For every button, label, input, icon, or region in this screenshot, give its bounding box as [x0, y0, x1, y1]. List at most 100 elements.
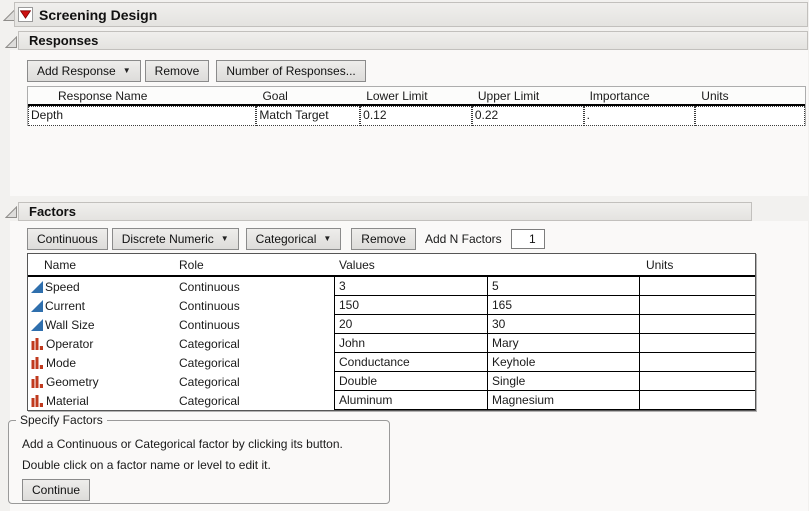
factor-value2-cell[interactable]: Mary [487, 334, 639, 353]
factor-name-label: Material [46, 394, 89, 408]
specify-factors-group-title: Specify Factors [16, 413, 107, 427]
factor-role-cell[interactable]: Categorical [176, 372, 334, 391]
specify-factors-help-line2: Double click on a factor name or level t… [22, 455, 389, 476]
response-importance-cell[interactable]: . [584, 106, 696, 126]
col-factor-units: Units [639, 258, 673, 272]
col-role: Role [176, 258, 334, 272]
factor-role-cell[interactable]: Categorical [176, 391, 334, 410]
factor-name-cell[interactable]: Mode [28, 353, 176, 372]
remove-response-label: Remove [155, 64, 200, 78]
responses-button-row: Add Response ▼ Remove Number of Response… [27, 60, 366, 82]
screening-design-header[interactable]: Screening Design [14, 2, 808, 27]
response-upper-limit-cell[interactable]: 0.22 [472, 106, 584, 126]
categorical-factor-icon [31, 394, 44, 407]
number-of-responses-button[interactable]: Number of Responses... [216, 60, 365, 82]
continuous-factor-icon [31, 319, 43, 331]
factor-value2-cell[interactable]: 165 [487, 296, 639, 315]
col-upper-limit: Upper Limit [472, 89, 584, 103]
factor-value2-cell[interactable]: 5 [487, 277, 639, 296]
responses-section-header[interactable]: Responses [18, 31, 808, 50]
factor-value2-cell[interactable]: 30 [487, 315, 639, 334]
specify-factors-help-line1: Add a Continuous or Categorical factor b… [22, 434, 389, 455]
factor-value1-cell[interactable]: John [334, 334, 487, 353]
factors-section-header[interactable]: Factors [18, 202, 752, 221]
responses-disclosure-icon[interactable] [5, 36, 18, 49]
factor-name-label: Mode [46, 356, 76, 370]
response-goal-cell[interactable]: Match Target [256, 106, 360, 126]
dropdown-arrow-icon: ▼ [221, 235, 229, 243]
page-title: Screening Design [39, 7, 157, 23]
factor-value1-cell[interactable]: Double [334, 372, 487, 391]
factors-table: Name Role Values Units Speed Continuous … [27, 253, 756, 411]
categorical-factor-icon [31, 375, 44, 388]
specify-factors-group: Specify Factors Add a Continuous or Cate… [8, 420, 390, 504]
response-name-cell[interactable]: Depth [28, 106, 256, 126]
dropdown-arrow-icon: ▼ [323, 235, 331, 243]
continuous-factor-icon [31, 281, 43, 293]
remove-factor-button[interactable]: Remove [351, 228, 416, 250]
factor-name-cell[interactable]: Geometry [28, 372, 176, 391]
col-units: Units [695, 89, 805, 103]
col-lower-limit: Lower Limit [360, 89, 472, 103]
factor-name-label: Wall Size [45, 318, 95, 332]
factor-table-row: Speed Continuous 3 5 [28, 277, 755, 296]
factor-name-label: Operator [46, 337, 93, 351]
categorical-button[interactable]: Categorical ▼ [246, 228, 342, 250]
continue-button[interactable]: Continue [22, 479, 90, 501]
factor-value2-cell[interactable]: Magnesium [487, 391, 639, 410]
col-values: Values [334, 258, 639, 272]
factor-units-cell[interactable] [639, 391, 755, 410]
discrete-numeric-label: Discrete Numeric [122, 232, 214, 246]
factor-units-cell[interactable] [639, 353, 755, 372]
factor-name-label: Current [45, 299, 85, 313]
factor-value1-cell[interactable]: 3 [334, 277, 487, 296]
factor-value1-cell[interactable]: Conductance [334, 353, 487, 372]
categorical-factor-icon [31, 337, 44, 350]
factor-role-cell[interactable]: Continuous [176, 296, 334, 315]
responses-table-header: Response Name Goal Lower Limit Upper Lim… [28, 87, 805, 106]
response-lower-limit-cell[interactable]: 0.12 [360, 106, 472, 126]
number-of-responses-label: Number of Responses... [226, 64, 355, 78]
continuous-factor-icon [31, 300, 43, 312]
red-triangle-menu-button[interactable] [18, 7, 33, 22]
add-n-factors-label: Add N Factors [425, 232, 502, 246]
factor-units-cell[interactable] [639, 315, 755, 334]
factor-units-cell[interactable] [639, 277, 755, 296]
factor-role-cell[interactable]: Continuous [176, 315, 334, 334]
add-n-factors-input[interactable] [511, 229, 545, 249]
factor-table-row: Geometry Categorical Double Single [28, 372, 755, 391]
factor-name-cell[interactable]: Current [28, 296, 176, 315]
factor-name-cell[interactable]: Material [28, 391, 176, 410]
factor-value1-cell[interactable]: 20 [334, 315, 487, 334]
red-triangle-icon [20, 10, 31, 19]
factor-value2-cell[interactable]: Keyhole [487, 353, 639, 372]
col-name: Name [28, 258, 176, 272]
factors-section-title: Factors [29, 204, 76, 219]
factors-disclosure-icon[interactable] [5, 206, 18, 219]
responses-section-title: Responses [29, 33, 98, 48]
factor-units-cell[interactable] [639, 372, 755, 391]
factor-role-cell[interactable]: Categorical [176, 353, 334, 372]
factor-name-cell[interactable]: Operator [28, 334, 176, 353]
factor-value2-cell[interactable]: Single [487, 372, 639, 391]
continuous-button[interactable]: Continuous [27, 228, 108, 250]
factor-units-cell[interactable] [639, 296, 755, 315]
response-table-row: Depth Match Target 0.12 0.22 . [28, 106, 805, 126]
factor-name-label: Geometry [46, 375, 99, 389]
factor-role-cell[interactable]: Continuous [176, 277, 334, 296]
add-response-button[interactable]: Add Response ▼ [27, 60, 141, 82]
factor-units-cell[interactable] [639, 334, 755, 353]
remove-response-button[interactable]: Remove [145, 60, 210, 82]
factor-value1-cell[interactable]: Aluminum [334, 391, 487, 410]
factor-value1-cell[interactable]: 150 [334, 296, 487, 315]
factor-name-cell[interactable]: Speed [28, 277, 176, 296]
col-response-name: Response Name [28, 89, 256, 103]
responses-table-body: Depth Match Target 0.12 0.22 . [28, 106, 805, 126]
factor-table-row: Current Continuous 150 165 [28, 296, 755, 315]
response-units-cell[interactable] [695, 106, 805, 126]
responses-table: Response Name Goal Lower Limit Upper Lim… [27, 86, 806, 126]
factors-table-body: Speed Continuous 3 5 Current Continuous … [28, 277, 755, 410]
factor-role-cell[interactable]: Categorical [176, 334, 334, 353]
factor-name-cell[interactable]: Wall Size [28, 315, 176, 334]
discrete-numeric-button[interactable]: Discrete Numeric ▼ [112, 228, 239, 250]
